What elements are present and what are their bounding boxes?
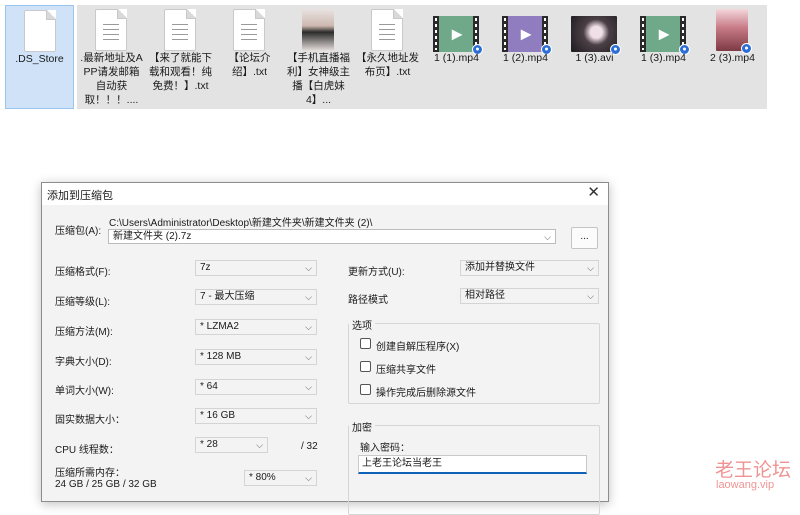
file-item[interactable]: 【论坛介绍】.txt bbox=[215, 5, 284, 109]
chevron-down-icon: ⌵ bbox=[256, 440, 263, 450]
chevron-down-icon: ⌵ bbox=[587, 263, 594, 273]
delete-after-label[interactable]: 操作完成后删除源文件 bbox=[376, 384, 476, 399]
cpu-threads-label: CPU 线程数： bbox=[55, 445, 119, 456]
sfx-checkbox[interactable] bbox=[360, 338, 371, 349]
chevron-down-icon: ⌵ bbox=[587, 291, 594, 301]
memory-value: 24 GB / 25 GB / 32 GB bbox=[55, 479, 157, 490]
delete-after-checkbox[interactable] bbox=[360, 384, 371, 395]
dialog-titlebar: 添加到压缩包 ✕ bbox=[42, 183, 608, 205]
level-label: 压缩等级(L): bbox=[55, 297, 110, 308]
chevron-down-icon: ⌵ bbox=[305, 411, 312, 421]
file-name: 【手机直播福利】女神级主播【白虎妹4】... bbox=[287, 52, 350, 106]
file-item[interactable]: .最新地址及APP请发邮箱自动获取！！！.... bbox=[77, 5, 146, 109]
update-mode-label: 更新方式(U): bbox=[348, 267, 405, 278]
file-name: 1 (1).mp4 bbox=[434, 52, 479, 64]
cpu-threads-total: / 32 bbox=[301, 441, 318, 452]
chevron-down-icon: ⌵ bbox=[305, 292, 312, 302]
format-label: 压缩格式(F): bbox=[55, 267, 111, 278]
path-mode-label: 路径模式 bbox=[348, 295, 388, 306]
word-size-label: 单词大小(W): bbox=[55, 386, 114, 397]
file-name: 1 (3).avi bbox=[575, 52, 614, 64]
solid-block-value: * 16 GB bbox=[200, 410, 236, 421]
video-icon: ▶ ● bbox=[640, 16, 690, 55]
video-thumbnail: ● bbox=[716, 9, 752, 54]
document-icon bbox=[95, 9, 127, 51]
browse-button[interactable]: ... bbox=[571, 227, 598, 249]
file-name: 1 (2).mp4 bbox=[503, 52, 548, 64]
file-name: 【来了就能下载和观看！纯免费！】.txt bbox=[149, 52, 212, 92]
dictionary-select[interactable]: * 128 MB ⌵ bbox=[195, 349, 317, 365]
solid-block-label: 固实数据大小： bbox=[55, 415, 125, 426]
video-icon: ▶ ● bbox=[433, 16, 483, 55]
file-item[interactable]: 【永久地址发布页】.txt bbox=[353, 5, 422, 109]
memory-label: 压缩所需内存： bbox=[55, 468, 125, 479]
document-icon bbox=[371, 9, 403, 51]
file-item[interactable]: ▶ ● 1 (1).mp4 bbox=[422, 5, 491, 109]
document-icon bbox=[24, 10, 56, 52]
file-name: 【论坛介绍】.txt bbox=[228, 52, 271, 78]
encryption-title: 加密 bbox=[349, 419, 375, 434]
cpu-threads-value: * 28 bbox=[200, 439, 218, 450]
watermark-url: laowang.vip bbox=[716, 479, 775, 491]
update-mode-select[interactable]: 添加并替换文件 ⌵ bbox=[460, 260, 599, 276]
file-item[interactable]: ● 1 (3).avi bbox=[560, 5, 629, 109]
file-item[interactable]: 【手机直播福利】女神级主播【白虎妹4】... bbox=[284, 5, 353, 109]
file-item-ds-store[interactable]: .DS_Store bbox=[5, 5, 74, 109]
password-input[interactable]: 上老王论坛当老王 bbox=[358, 455, 587, 474]
memory-percent-value: * 80% bbox=[249, 472, 276, 483]
level-value: 7 - 最大压缩 bbox=[200, 291, 255, 302]
chevron-down-icon: ⌵ bbox=[305, 263, 312, 273]
video-icon: ▶ ● bbox=[502, 16, 552, 55]
file-name: .DS_Store bbox=[15, 53, 64, 65]
file-item[interactable]: 【来了就能下载和观看！纯免费！】.txt bbox=[146, 5, 215, 109]
path-mode-select[interactable]: 相对路径 ⌵ bbox=[460, 288, 599, 304]
password-label: 输入密码： bbox=[360, 443, 410, 454]
chevron-down-icon: ⌵ bbox=[305, 473, 312, 483]
dictionary-value: * 128 MB bbox=[200, 351, 242, 362]
archive-name-value: 新建文件夹 (2).7z bbox=[113, 231, 192, 242]
cpu-threads-select[interactable]: * 28 ⌵ bbox=[195, 437, 268, 453]
add-to-archive-dialog: 添加到压缩包 ✕ 压缩包(A): C:\Users\Administrator\… bbox=[41, 182, 609, 515]
format-value: 7z bbox=[200, 262, 211, 273]
archive-name-combo[interactable]: 新建文件夹 (2).7z ⌵ bbox=[108, 229, 556, 244]
solid-block-select[interactable]: * 16 GB ⌵ bbox=[195, 408, 317, 424]
file-item[interactable]: ● 2 (3).mp4 bbox=[698, 5, 767, 109]
file-list: .DS_Store .最新地址及APP请发邮箱自动获取！！！.... 【来了就能… bbox=[0, 0, 800, 112]
close-icon[interactable]: ✕ bbox=[587, 185, 600, 201]
file-name: 【永久地址发布页】.txt bbox=[356, 52, 419, 78]
word-size-value: * 64 bbox=[200, 381, 218, 392]
shared-files-label[interactable]: 压缩共享文件 bbox=[376, 361, 436, 376]
dictionary-label: 字典大小(D): bbox=[55, 357, 112, 368]
watermark-logo-text: 老王论坛 bbox=[715, 459, 792, 481]
file-name: 2 (3).mp4 bbox=[710, 52, 755, 64]
document-icon bbox=[164, 9, 196, 51]
file-item[interactable]: ▶ ● 1 (3).mp4 bbox=[629, 5, 698, 109]
options-title: 选项 bbox=[349, 317, 375, 332]
method-value: * LZMA2 bbox=[200, 321, 239, 332]
file-name: .最新地址及APP请发邮箱自动获取！！！.... bbox=[80, 52, 143, 106]
method-label: 压缩方法(M): bbox=[55, 327, 113, 338]
file-name: 1 (3).mp4 bbox=[641, 52, 686, 64]
level-select[interactable]: 7 - 最大压缩 ⌵ bbox=[195, 289, 317, 305]
archive-path: C:\Users\Administrator\Desktop\新建文件夹\新建文… bbox=[109, 218, 373, 229]
chevron-down-icon: ⌵ bbox=[305, 382, 312, 392]
image-thumbnail bbox=[302, 9, 334, 51]
word-size-select[interactable]: * 64 ⌵ bbox=[195, 379, 317, 395]
sfx-label[interactable]: 创建自解压程序(X) bbox=[376, 338, 459, 353]
video-thumbnail: ● bbox=[571, 16, 621, 55]
method-select[interactable]: * LZMA2 ⌵ bbox=[195, 319, 317, 335]
format-select[interactable]: 7z ⌵ bbox=[195, 260, 317, 276]
document-icon bbox=[233, 9, 265, 51]
update-mode-value: 添加并替换文件 bbox=[465, 262, 535, 273]
dialog-title: 添加到压缩包 bbox=[47, 190, 113, 202]
memory-percent-select[interactable]: * 80% ⌵ bbox=[244, 470, 317, 486]
shared-files-checkbox[interactable] bbox=[360, 361, 371, 372]
archive-label: 压缩包(A): bbox=[55, 226, 102, 237]
file-item[interactable]: ▶ ● 1 (2).mp4 bbox=[491, 5, 560, 109]
chevron-down-icon[interactable]: ⌵ bbox=[544, 230, 551, 243]
path-mode-value: 相对路径 bbox=[465, 290, 505, 301]
chevron-down-icon: ⌵ bbox=[305, 352, 312, 362]
chevron-down-icon: ⌵ bbox=[305, 322, 312, 332]
